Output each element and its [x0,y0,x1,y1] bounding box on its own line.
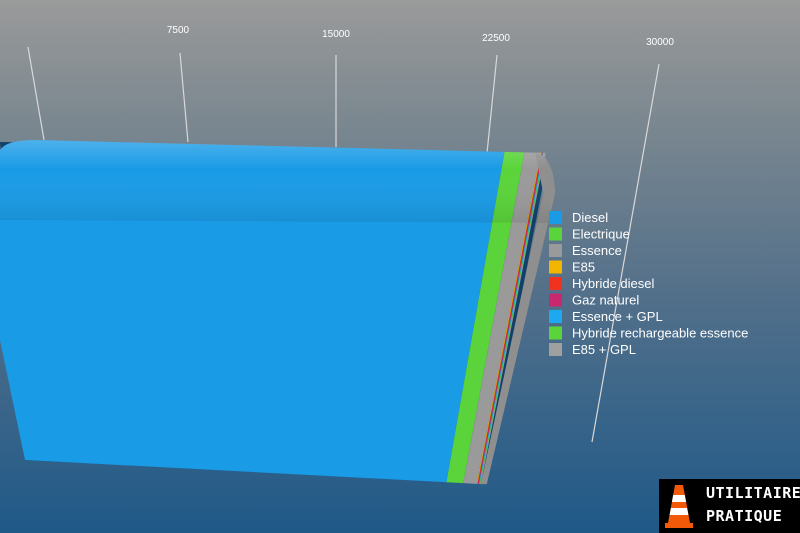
logo-line-1: UTILITAIRE [706,484,800,502]
legend-label-e85-gpl: E85 + GPL [572,342,636,357]
gridline [179,52,189,143]
x-tick-label: 22500 [482,33,510,44]
x-tick-label: 7500 [167,25,190,36]
legend-label-e85: E85 [572,260,595,275]
x-tick-labels: 7500 15000 22500 30000 [167,25,674,48]
legend-label-hybride-rechargeable-essence: Hybride rechargeable essence [572,326,748,341]
x-tick-label: 15000 [322,29,350,40]
legend-label-hybride-diesel: Hybride diesel [572,276,654,291]
bar-segments [0,140,556,485]
legend-swatch-e85 [549,260,562,274]
logo-line-2: PRATIQUE [706,507,783,525]
legend-label-electrique: Electrique [572,227,630,242]
legend-swatch-electrique [549,227,562,241]
gridline [27,46,45,141]
stacked-bar-chart: 7500 15000 22500 30000 DieselElectriqueEsse… [0,25,748,485]
legend-swatch-hybride-rechargeable-essence [549,326,562,340]
legend-label-gaz-naturel: Gaz naturel [572,293,639,308]
legend-swatch-diesel [549,211,562,224]
legend-swatch-essence-gpl [549,310,562,323]
legend-swatch-essence [549,244,562,257]
utilitaire-pratique-logo: UTILITAIRE PRATIQUE [659,479,800,533]
traffic-cone-icon [665,485,693,528]
legend-swatch-hybride-diesel [549,277,562,290]
bar-highlight [0,140,552,223]
legend-swatch-e85-gpl [549,343,562,356]
legend-label-essence-gpl: Essence + GPL [572,309,663,324]
x-tick-label: 30000 [646,37,674,48]
legend: Diesel ElectriqueEssence E85Hybride diesel… [549,210,748,357]
legend-label-diesel: Diesel [572,210,608,225]
legend-label-essence: Essence [572,243,622,258]
legend-swatch-gaz-naturel [549,293,562,307]
gridline [486,54,498,154]
